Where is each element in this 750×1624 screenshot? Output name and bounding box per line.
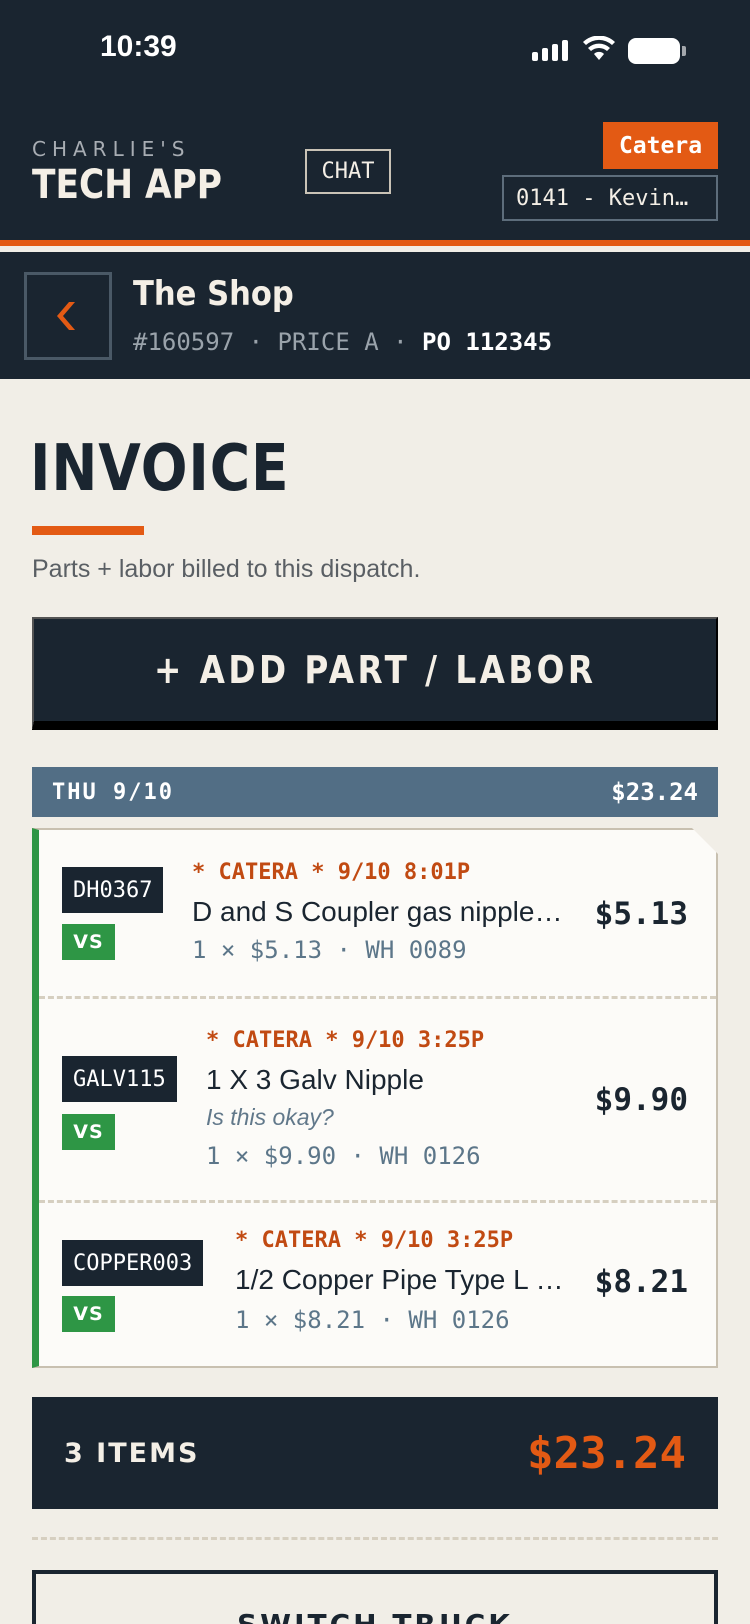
item-price: $9.90 — [594, 1082, 688, 1118]
item-vendor-timestamp: * CATERA * 9/10 8:01P — [192, 860, 471, 885]
shop-name: The Shop — [133, 274, 294, 314]
status-time: 10:39 — [100, 30, 177, 63]
invoice-total: $23.24 — [527, 1427, 686, 1479]
item-sku: DH0367 — [62, 867, 164, 913]
item-description: 1 X 3 Galv Nipple — [206, 1064, 424, 1095]
price-level: PRICE A — [277, 328, 379, 356]
brand-title: TECH APP — [32, 162, 223, 208]
item-note: Is this okay? — [206, 1104, 334, 1130]
item-price: $8.21 — [594, 1264, 688, 1300]
item-description: 1/2 Copper Pipe Type L 10ft — [235, 1264, 565, 1295]
item-vendor-badge: VS — [62, 924, 115, 960]
line-items-card: DH0367 VS * CATERA * 9/10 8:01P D and S … — [32, 828, 718, 1368]
add-part-labor-label: + ADD PART / LABOR — [153, 648, 597, 692]
chat-button[interactable]: CHAT — [305, 149, 391, 194]
wifi-icon — [583, 36, 615, 60]
item-description: D and S Coupler gas nipple 3/4 black — [192, 896, 567, 927]
chevron-left-icon — [57, 302, 75, 330]
app-header: CHARLIE'S TECH APP CHAT Catera 0141 - Ke… — [0, 100, 750, 246]
status-bar: 10:39 — [0, 0, 750, 100]
item-count: 3 ITEMS — [64, 1437, 200, 1469]
page-subtitle: Parts + labor billed to this dispatch. — [32, 555, 421, 583]
line-item[interactable]: DH0367 VS * CATERA * 9/10 8:01P D and S … — [39, 830, 716, 992]
battery-icon — [628, 38, 686, 64]
item-vendor-badge: VS — [62, 1296, 115, 1332]
add-part-labor-button[interactable]: + ADD PART / LABOR — [32, 617, 718, 730]
meta-separator: · — [248, 328, 278, 356]
day-group-header: THU 9/10 $23.24 — [32, 767, 718, 817]
back-button[interactable] — [24, 272, 112, 360]
meta-separator: · — [393, 328, 423, 356]
cellular-signal-icon — [532, 40, 568, 61]
invoice-total-bar: 3 ITEMS $23.24 — [32, 1397, 718, 1509]
item-price: $5.13 — [594, 896, 688, 932]
brand-subtitle: CHARLIE'S — [32, 137, 191, 161]
switch-truck-button[interactable]: SWITCH TRUCK — [32, 1570, 718, 1624]
job-meta: #160597 · PRICE A · PO 112345 — [133, 328, 552, 356]
line-item[interactable]: GALV115 VS * CATERA * 9/10 3:25P 1 X 3 G… — [39, 998, 716, 1198]
day-label: THU 9/10 — [52, 779, 174, 805]
item-qty-line: 1 × $5.13 · WH 0089 — [192, 936, 467, 964]
item-qty-line: 1 × $9.90 · WH 0126 — [206, 1142, 481, 1170]
job-number: #160597 — [133, 328, 235, 356]
item-sku: COPPER003 — [62, 1240, 204, 1286]
item-sku: GALV115 — [62, 1056, 177, 1102]
page-title: INVOICE — [30, 432, 290, 506]
section-divider — [32, 1537, 718, 1540]
title-underline — [32, 526, 144, 535]
day-total: $23.24 — [611, 778, 698, 806]
item-vendor-timestamp: * CATERA * 9/10 3:25P — [235, 1228, 514, 1253]
po-number: PO 112345 — [422, 328, 553, 356]
technician-select[interactable]: 0141 - Kevin… — [502, 175, 718, 221]
item-qty-line: 1 × $8.21 · WH 0126 — [235, 1306, 510, 1334]
item-vendor-timestamp: * CATERA * 9/10 3:25P — [206, 1028, 485, 1053]
item-vendor-badge: VS — [62, 1114, 115, 1150]
vendor-badge[interactable]: Catera — [603, 122, 718, 169]
job-header: The Shop #160597 · PRICE A · PO 112345 — [0, 252, 750, 379]
line-item[interactable]: COPPER003 VS * CATERA * 9/10 3:25P 1/2 C… — [39, 1202, 716, 1368]
